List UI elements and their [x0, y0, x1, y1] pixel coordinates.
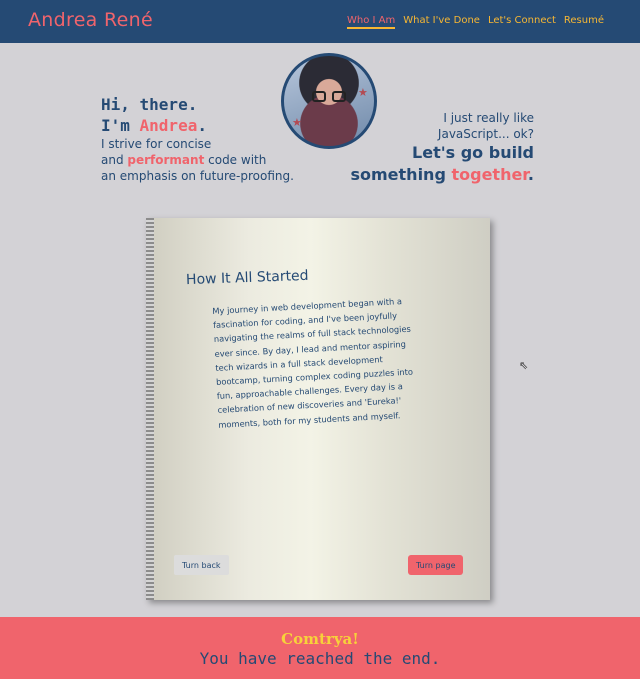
site-footer: Comtrya! You have reached the end.	[0, 617, 640, 679]
star-icon: ★	[292, 116, 302, 129]
book-title: How It All Started	[185, 267, 309, 289]
nav-lets-connect[interactable]: Let's Connect	[488, 15, 556, 29]
tagline-line4: something together.	[350, 164, 534, 186]
footer-congrats: Comtrya!	[281, 630, 359, 648]
tagline-line1: I just really like	[443, 111, 534, 125]
star-icon: ★	[358, 86, 368, 99]
intro-line4-prefix: and	[101, 153, 128, 167]
avatar-glasses-left	[312, 91, 326, 102]
turn-page-button[interactable]: Turn page	[408, 555, 464, 575]
intro-block: Hi, there. I'm Andrea. I strive for conc…	[101, 94, 294, 184]
tagline-block: I just really like JavaScript... ok? Let…	[350, 110, 534, 186]
story-book: How It All Started My journey in web dev…	[146, 218, 490, 600]
intro-line4-suffix: code with	[204, 153, 267, 167]
intro-name-suffix: .	[197, 116, 207, 135]
mouse-cursor-icon: ⇖	[519, 359, 529, 372]
intro-greeting: Hi, there.	[101, 95, 198, 114]
nav-who-i-am[interactable]: Who I Am	[346, 15, 396, 29]
intro-performant: performant	[127, 153, 205, 167]
footer-end-message: You have reached the end.	[199, 649, 441, 668]
nav-resume[interactable]: Resumé	[564, 15, 604, 29]
intro-line5: an emphasis on future-proofing.	[101, 169, 294, 183]
book-spine	[146, 218, 154, 600]
tagline-line4-prefix: something	[350, 165, 452, 184]
tagline-together: together	[451, 165, 528, 184]
turn-back-button[interactable]: Turn back	[174, 555, 229, 575]
avatar-glasses-right	[332, 91, 346, 102]
main-nav: Who I Am What I've Done Let's Connect Re…	[346, 15, 604, 29]
tagline-line2: JavaScript... ok?	[437, 127, 534, 141]
tagline-line3: Let's go build	[412, 143, 534, 162]
intro-line4: and performant code with	[101, 152, 294, 168]
intro-name: Andrea	[139, 116, 198, 135]
intro-line3: I strive for concise	[101, 137, 212, 151]
intro-name-prefix: I'm	[101, 116, 140, 135]
tagline-line4-suffix: .	[527, 165, 534, 184]
site-header: Andrea René Who I Am What I've Done Let'…	[0, 0, 640, 43]
nav-what-ive-done[interactable]: What I've Done	[403, 15, 480, 29]
book-text: My journey in web development began with…	[212, 296, 414, 430]
brand-logo[interactable]: Andrea René	[28, 9, 153, 31]
intro-name-line: I'm Andrea.	[101, 115, 294, 136]
